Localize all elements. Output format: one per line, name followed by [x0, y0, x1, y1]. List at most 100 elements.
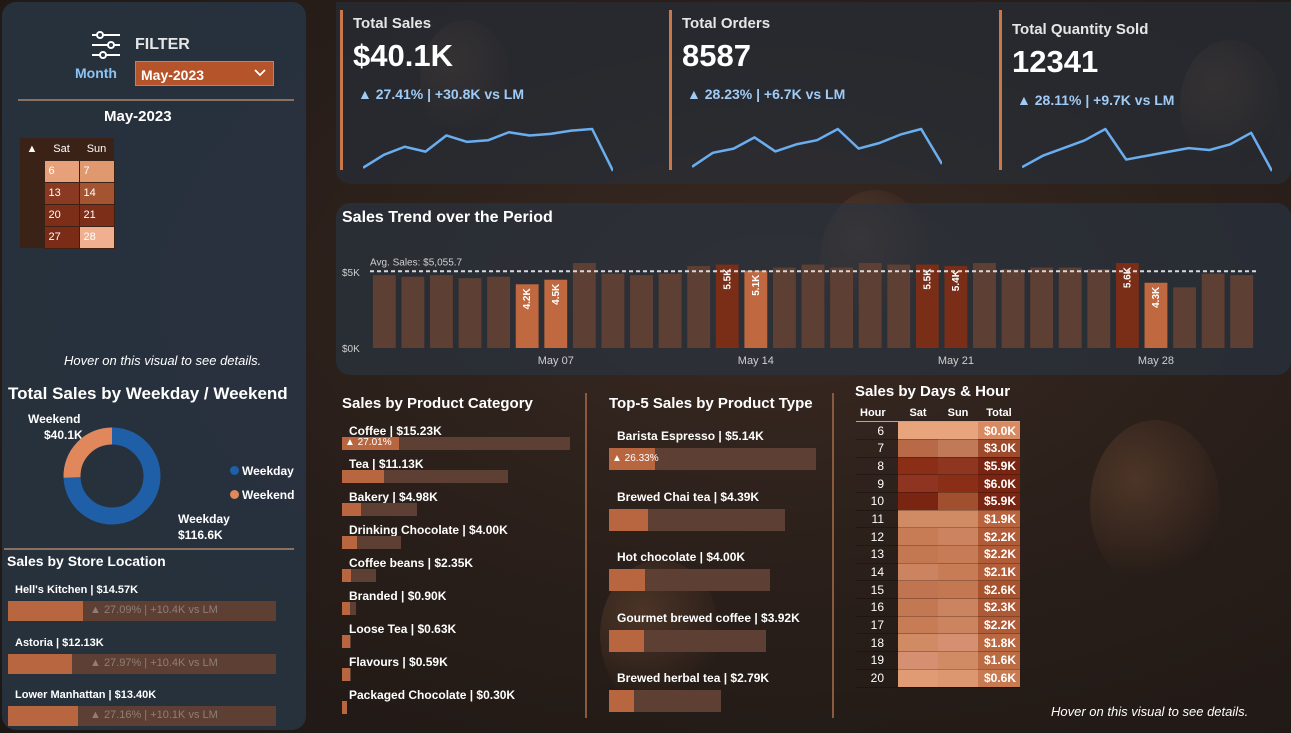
heatmap-cell-sun[interactable]: [938, 510, 978, 529]
calendar-cell[interactable]: 27: [43, 225, 80, 249]
heatmap-row[interactable]: 11 $1.9K: [856, 510, 1020, 529]
heatmap-row[interactable]: 6 $0.0K: [856, 421, 1020, 440]
heatmap-cell-sun[interactable]: [938, 492, 978, 511]
heatmap-cell-sun[interactable]: [938, 616, 978, 635]
category-bar[interactable]: [342, 569, 377, 582]
trend-bar[interactable]: [430, 275, 453, 348]
trend-bar[interactable]: [630, 275, 653, 348]
trend-bar[interactable]: [1201, 273, 1225, 348]
heatmap-row[interactable]: 14 $2.1K: [856, 563, 1020, 582]
heatmap-row[interactable]: 13 $2.2K: [856, 545, 1020, 564]
heatmap-row[interactable]: 18 $1.8K: [856, 633, 1020, 653]
heatmap-cell-sat[interactable]: [898, 545, 938, 564]
trend-bar[interactable]: [487, 276, 511, 348]
heatmap-cell-sat[interactable]: [898, 563, 938, 582]
heatmap-cell-sat[interactable]: [898, 669, 938, 688]
trend-bar[interactable]: [858, 263, 882, 348]
heatmap-row[interactable]: 20 $0.6K: [856, 669, 1020, 688]
heatmap-row[interactable]: 8 $5.9K: [856, 457, 1020, 476]
category-bar[interactable]: [342, 701, 347, 714]
category-bar[interactable]: [342, 635, 352, 648]
kpi-total-sales[interactable]: Total Sales $40.1K ▲ 27.41% | +30.8K vs …: [340, 10, 660, 172]
product-type-bar[interactable]: [609, 508, 785, 531]
heatmap-cell-sun[interactable]: [938, 563, 978, 582]
heatmap-cell-sun[interactable]: [938, 580, 978, 600]
heatmap-header[interactable]: Total: [978, 404, 1020, 423]
heatmap-row[interactable]: 10 $5.9K: [856, 492, 1020, 511]
heatmap-row[interactable]: 12 $2.2K: [856, 527, 1020, 546]
trend-bar[interactable]: [973, 263, 996, 348]
legend-weekend[interactable]: Weekend: [230, 488, 294, 502]
heatmap-cell-sun[interactable]: [938, 421, 978, 440]
category-bar[interactable]: [342, 503, 418, 516]
trend-bar[interactable]: [687, 266, 711, 348]
heatmap-cell-sat[interactable]: [898, 510, 938, 529]
heatmap-cell-sat[interactable]: [898, 439, 938, 458]
calendar-cell[interactable]: 14: [78, 181, 115, 205]
calendar-cell[interactable]: 7: [78, 159, 115, 183]
product-type-bar[interactable]: ▲ 26.33%: [609, 448, 816, 470]
category-bar[interactable]: [342, 536, 402, 549]
product-type-bar[interactable]: [609, 690, 721, 712]
heatmap-cell-sun[interactable]: [938, 598, 978, 617]
trend-bar[interactable]: [372, 275, 396, 348]
trend-chart[interactable]: $5K$0K4.2K 4.5K5.5K 5.1K 5.5K 5.4K 5.6K4.3KAv…: [336, 243, 1291, 373]
heatmap-cell-sun[interactable]: [938, 474, 978, 493]
heatmap-header[interactable]: Sun: [938, 404, 978, 423]
trend-bar[interactable]: [1058, 267, 1082, 348]
trend-bar[interactable]: [1030, 267, 1054, 348]
heatmap-cell-sun[interactable]: [938, 527, 978, 546]
category-bar[interactable]: [342, 668, 352, 681]
heatmap-cell-sat[interactable]: [898, 633, 938, 653]
trend-bar[interactable]: [658, 273, 682, 348]
month-dropdown[interactable]: May-2023: [135, 61, 274, 86]
sort-icon[interactable]: ▲: [20, 138, 44, 160]
trend-bar[interactable]: [887, 264, 911, 348]
store-bar[interactable]: ▲ 27.97% | +10.4K vs LM: [8, 654, 276, 674]
category-bar[interactable]: [342, 602, 356, 615]
calendar-cell[interactable]: 13: [43, 181, 80, 205]
heatmap-cell-sun[interactable]: [938, 545, 978, 564]
legend-weekday[interactable]: Weekday: [230, 464, 294, 478]
heatmap-row[interactable]: 16 $2.3K: [856, 598, 1020, 617]
heatmap-cell-sun[interactable]: [938, 439, 978, 458]
trend-bar[interactable]: [1173, 287, 1196, 348]
calendar-cell[interactable]: 21: [78, 203, 115, 227]
category-bar[interactable]: [342, 470, 509, 483]
heatmap-cell-sun[interactable]: [938, 457, 978, 476]
heatmap-header[interactable]: Sat: [898, 404, 938, 423]
heatmap-cell-sat[interactable]: [898, 492, 938, 511]
trend-bar[interactable]: [801, 264, 825, 348]
kpi-total-orders[interactable]: Total Orders 8587 ▲ 28.23% | +6.7K vs LM: [669, 10, 989, 170]
trend-bar[interactable]: [572, 263, 596, 348]
weekday-weekend-donut[interactable]: [62, 426, 162, 526]
heatmap-cell-sat[interactable]: [898, 474, 938, 493]
store-bar[interactable]: ▲ 27.16% | +10.1K vs LM: [8, 706, 276, 726]
trend-bar[interactable]: [458, 278, 482, 348]
trend-bar[interactable]: [1230, 275, 1254, 348]
heatmap-row[interactable]: 15 $2.6K: [856, 580, 1020, 600]
calendar-cell[interactable]: 20: [43, 203, 80, 227]
heatmap-row[interactable]: 9 $6.0K: [856, 474, 1020, 493]
calendar-cell[interactable]: 28: [78, 225, 115, 249]
heatmap-row[interactable]: 19 $1.6K: [856, 651, 1020, 670]
heatmap-row[interactable]: 17 $2.2K: [856, 616, 1020, 635]
trend-bar[interactable]: [772, 267, 796, 348]
trend-bar[interactable]: [1087, 269, 1111, 348]
trend-bar[interactable]: [401, 276, 425, 348]
trend-bar[interactable]: [1001, 269, 1025, 348]
days-hour-heatmap[interactable]: Hour Sat Sun Total 6 $0.0K 7 $3.0K 8 $5.9K 9 $6.0K 1…: [856, 404, 1020, 688]
trend-bar[interactable]: [830, 267, 854, 348]
heatmap-cell-sat[interactable]: [898, 457, 938, 476]
heatmap-cell-sat[interactable]: [898, 421, 938, 440]
heatmap-cell-sun[interactable]: [938, 633, 978, 653]
category-bar[interactable]: ▲ 27.01%: [342, 437, 570, 450]
product-type-bar[interactable]: [609, 569, 771, 591]
calendar-cell[interactable]: 6: [43, 159, 80, 183]
heatmap-header[interactable]: Hour: [856, 404, 898, 423]
heatmap-cell-sat[interactable]: [898, 580, 938, 600]
heatmap-cell-sat[interactable]: [898, 616, 938, 635]
kpi-total-quantity[interactable]: Total Quantity Sold 12341 ▲ 28.11% | +9.…: [999, 10, 1289, 172]
heatmap-cell-sat[interactable]: [898, 651, 938, 670]
trend-bar[interactable]: [601, 273, 625, 348]
